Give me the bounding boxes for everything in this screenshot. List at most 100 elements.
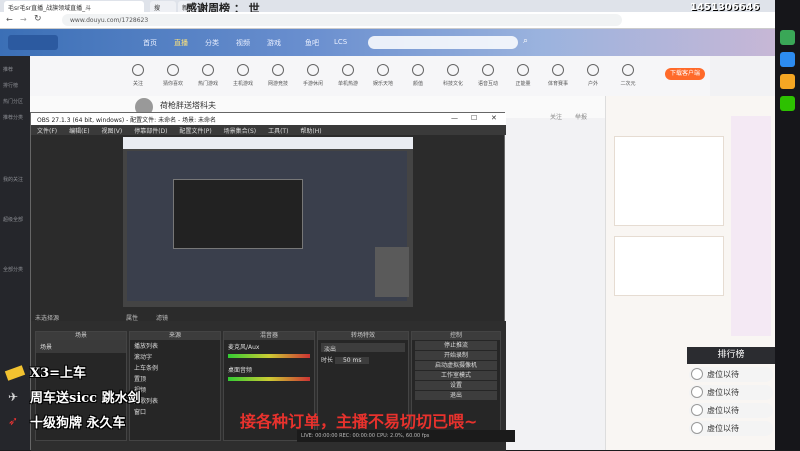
app-icon[interactable] (780, 30, 795, 45)
rank-title: 排行榜 (687, 347, 775, 364)
rank-item[interactable]: 虚位以待 (689, 385, 773, 400)
menu-profile[interactable]: 配置文件(P) (179, 128, 211, 135)
nav-category[interactable]: 分类 (205, 38, 219, 48)
mountain-icon (587, 64, 599, 76)
back-icon[interactable]: ← (6, 15, 13, 24)
category-mobile[interactable]: 手游休闲 (300, 64, 326, 87)
fire-icon (202, 64, 214, 76)
book-icon (447, 64, 459, 76)
rank-item[interactable]: 虚位以待 (689, 421, 773, 436)
mic-icon (482, 64, 494, 76)
category-acg[interactable]: 二次元 (615, 64, 641, 87)
danmu-line-3: 十级狗牌 永久车 (30, 416, 126, 431)
category-follow[interactable]: 关注 (125, 64, 151, 87)
transition-title: 转场特效 (318, 332, 408, 340)
nested-rank-panel (375, 247, 409, 297)
room-title: 荷枪胖送塔科夫 (160, 101, 216, 110)
wechat-icon[interactable] (780, 96, 795, 111)
duration-label: 时长 (321, 357, 334, 364)
tab-search[interactable]: 搜 (150, 1, 176, 12)
category-tech[interactable]: 科技文化 (440, 64, 466, 87)
menu-edit[interactable]: 编辑(E) (69, 128, 89, 135)
rank-panel: 排行榜 虚位以待 虚位以待 虚位以待 虚位以待 (687, 347, 775, 450)
nav-lcs[interactable]: LCS (334, 38, 347, 46)
close-icon[interactable]: ✕ (491, 114, 497, 122)
site-search-input[interactable] (368, 36, 518, 49)
category-voice[interactable]: 语音互动 (475, 64, 501, 87)
category-online[interactable]: 网游竞技 (265, 64, 291, 87)
category-console[interactable]: 主机游戏 (230, 64, 256, 87)
sidebar-item-reco-cat[interactable]: 推荐分类 (3, 114, 29, 121)
obs-preview[interactable] (123, 137, 413, 307)
menu-file[interactable]: 文件(F) (37, 128, 57, 135)
scrolling-notice: 接各种订单，主播不易切切已喂~ (240, 412, 478, 431)
source-item[interactable]: 播放列表 (130, 340, 220, 351)
app-icon[interactable] (780, 52, 795, 67)
category-hot-game[interactable]: 热门游戏 (195, 64, 221, 87)
sidebar-item-rank[interactable]: 排行榜 (3, 82, 29, 89)
category-beauty[interactable]: 颜值 (405, 64, 431, 87)
settings-button[interactable]: 设置 (415, 381, 497, 390)
announcement (614, 236, 724, 296)
menu-help[interactable]: 帮助(H) (300, 128, 321, 135)
phone-icon (307, 64, 319, 76)
scene-item[interactable]: 场景 (36, 340, 126, 353)
anime-icon (622, 64, 634, 76)
controls-title: 控制 (412, 332, 500, 340)
menu-scene-collection[interactable]: 场景集合(S) (224, 128, 257, 135)
nested-obs-window (173, 179, 303, 249)
search-icon[interactable]: ⌕ (523, 36, 528, 46)
start-record-button[interactable]: 开始录制 (415, 351, 497, 360)
report-link[interactable]: 举报 (575, 112, 587, 121)
category-fun[interactable]: 娱乐天地 (370, 64, 396, 87)
tab-bar: 毛sr毛sr直播_战旗领域直播_斗 搜 新 (0, 0, 775, 12)
exit-button[interactable]: 退出 (415, 391, 497, 400)
nav-game[interactable]: 游戏 (267, 38, 281, 48)
danmu-overlay: X3=上车 ✈ 周车送sicc 跳水剑 ➶ 十级狗牌 永久车 (0, 360, 200, 440)
sidebar-item-recommend[interactable]: 推荐 (3, 66, 29, 73)
menu-view[interactable]: 视图(V) (101, 128, 122, 135)
forward-icon[interactable]: → (20, 15, 27, 24)
nav-fishbar[interactable]: 鱼吧 (305, 38, 319, 48)
site-logo[interactable] (8, 35, 58, 50)
menu-docks[interactable]: 停靠部件(D) (134, 128, 167, 135)
nav-video[interactable]: 视频 (236, 38, 250, 48)
category-energy[interactable]: 正能量 (510, 64, 536, 87)
tab-active[interactable]: 毛sr毛sr直播_战旗领域直播_斗 (4, 1, 144, 12)
sidebar-item-hot[interactable]: 热门分区 (3, 98, 29, 105)
rank-item[interactable]: 虚位以待 (689, 367, 773, 382)
sources-title: 来源 (130, 332, 220, 340)
maximize-icon[interactable]: ☐ (471, 114, 477, 122)
disc-icon (342, 64, 354, 76)
sidebar-item-super[interactable]: 超级全部 (3, 216, 29, 223)
category-sport[interactable]: 体育赛事 (545, 64, 571, 87)
menu-tools[interactable]: 工具(T) (268, 128, 288, 135)
nav-live[interactable]: 直播 (174, 38, 188, 48)
fans-list (614, 136, 724, 226)
transition-select[interactable]: 淡出 (321, 343, 405, 353)
virtual-cam-button[interactable]: 启动虚拟摄像机 (415, 361, 497, 370)
follow-link[interactable]: 关注 (550, 112, 562, 121)
studio-mode-button[interactable]: 工作室模式 (415, 371, 497, 380)
duration-input[interactable]: 50 ms (334, 357, 370, 364)
minimize-icon[interactable]: — (451, 114, 458, 122)
app-icon[interactable] (780, 74, 795, 89)
stop-stream-button[interactable]: 停止推流 (415, 341, 497, 350)
danmu-line-1: X3=上车 (30, 366, 87, 381)
avatar-icon (691, 404, 703, 416)
url-input[interactable]: www.douyu.com/1728623 (62, 14, 622, 26)
ball-icon (552, 64, 564, 76)
nav-home[interactable]: 首页 (143, 38, 157, 48)
category-bar: 关注 猜你喜欢 热门游戏 主机游戏 网游竞技 手游休闲 单机热游 娱乐天地 颜值… (30, 56, 710, 96)
sidebar-item-follow[interactable]: 我的关注 (3, 176, 29, 183)
download-client-button[interactable]: 下载客户端 (665, 68, 705, 80)
avatar-icon (691, 386, 703, 398)
category-outdoor[interactable]: 户外 (580, 64, 606, 87)
reload-icon[interactable]: ↻ (34, 14, 42, 24)
category-single[interactable]: 单机热游 (335, 64, 361, 87)
category-like[interactable]: 猜你喜欢 (160, 64, 186, 87)
mic-meter (228, 354, 310, 358)
sword-icon (272, 64, 284, 76)
rank-item[interactable]: 虚位以待 (689, 403, 773, 418)
sidebar-item-all[interactable]: 全部分类 (3, 266, 29, 273)
